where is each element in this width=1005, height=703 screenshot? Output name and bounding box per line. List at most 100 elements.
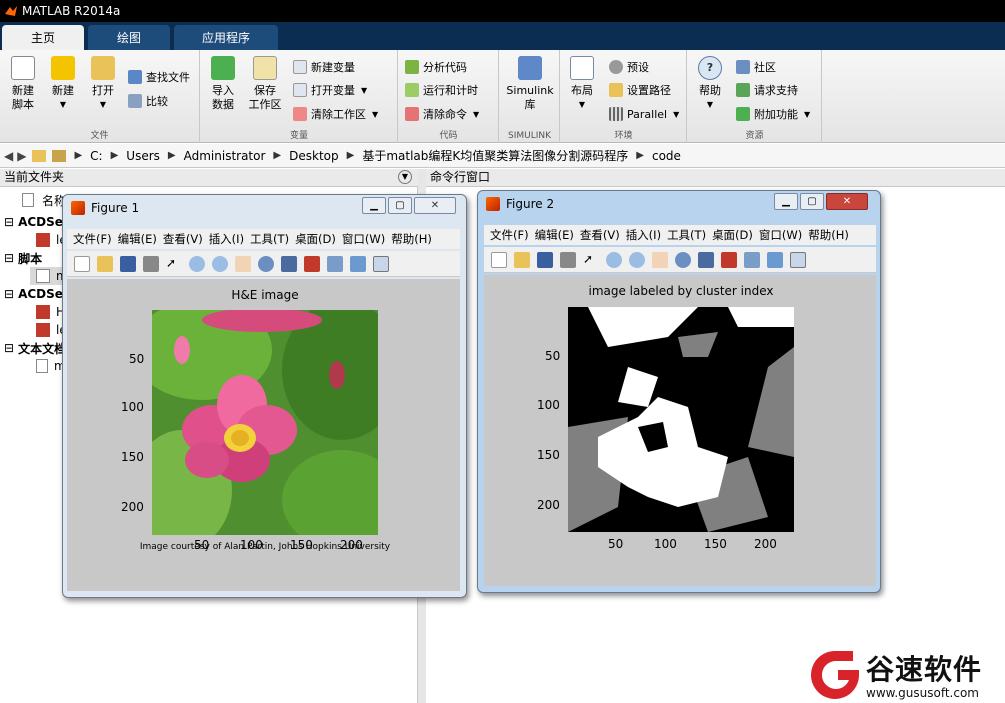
new-script-button[interactable]: 新建 脚本 [6,56,40,112]
menu-insert[interactable]: 插入(I) [209,231,244,247]
compare-button[interactable]: 比较 [128,92,168,110]
tab-apps[interactable]: 应用程序 [174,25,278,50]
column-header-name[interactable]: 名称 [22,191,66,209]
browse-folder-icon[interactable] [52,149,67,162]
new-figure-icon[interactable] [74,255,90,272]
menu-file[interactable]: 文件(F) [490,227,529,243]
legend-icon[interactable] [373,255,389,272]
menu-window[interactable]: 窗口(W) [759,227,802,243]
tree-group[interactable]: ⊟ 脚本 [4,249,42,267]
clear-commands-button[interactable]: 清除命令 ▼ [405,105,479,123]
menu-tools[interactable]: 工具(T) [250,231,289,247]
data-cursor-icon[interactable] [281,255,297,272]
tab-plots[interactable]: 绘图 [88,25,170,50]
new-figure-icon[interactable] [491,251,507,268]
print-icon[interactable] [143,255,159,272]
colorbar-icon[interactable] [767,251,783,268]
data-cursor-icon[interactable] [698,251,714,268]
print-icon[interactable] [560,251,576,268]
menu-view[interactable]: 查看(V) [163,231,203,247]
save-icon[interactable] [537,251,553,268]
tree-group[interactable]: ⊟ ACDSee [4,285,71,303]
brush-icon[interactable] [304,255,320,272]
layout-button[interactable]: 布局 ▼ [567,56,597,112]
legend-icon[interactable] [790,251,806,268]
minimize-button[interactable]: ▁ [362,197,386,214]
menu-tools[interactable]: 工具(T) [667,227,706,243]
preferences-button[interactable]: 预设 [609,58,649,76]
menu-window[interactable]: 窗口(W) [342,231,385,247]
link-icon[interactable] [744,251,760,268]
menu-desktop[interactable]: 桌面(D) [712,227,753,243]
brand-url: www.gususoft.com [866,686,979,700]
menu-help[interactable]: 帮助(H) [391,231,432,247]
close-button[interactable]: ✕ [414,197,456,214]
brush-icon[interactable] [721,251,737,268]
zoom-out-icon[interactable] [629,251,645,268]
tab-home[interactable]: 主页 [2,25,84,50]
zoom-in-icon[interactable] [606,251,622,268]
menu-desktop[interactable]: 桌面(D) [295,231,336,247]
menu-edit[interactable]: 编辑(E) [535,227,574,243]
zoom-out-icon[interactable] [212,255,228,272]
group-environment: 布局 ▼ 预设 设置路径 Parallel ▼ 环境 [561,50,687,143]
tab-bar: 主页 绘图 应用程序 [0,22,1005,50]
pointer-icon[interactable]: ➚ [166,255,182,272]
breadcrumb-part[interactable]: Desktop [289,149,339,163]
group-simulink: Simulink 库 SIMULINK [500,50,560,143]
close-button[interactable]: ✕ [826,193,868,210]
request-support-button[interactable]: 请求支持 [736,81,798,99]
app-title: MATLAB R2014a [22,4,121,18]
set-path-button[interactable]: 设置路径 [609,81,671,99]
back-icon[interactable]: ◀ [4,149,13,163]
pan-icon[interactable] [235,255,251,272]
breadcrumb-part[interactable]: Users [126,149,160,163]
simulink-library-button[interactable]: Simulink 库 [504,56,556,112]
tree-group[interactable]: ⊟ 文本文档 [4,339,66,357]
zoom-in-icon[interactable] [189,255,205,272]
breadcrumb-part[interactable]: code [652,149,681,163]
list-item[interactable]: H [36,303,65,321]
menu-insert[interactable]: 插入(I) [626,227,661,243]
rotate-icon[interactable] [258,255,274,272]
menu-edit[interactable]: 编辑(E) [118,231,157,247]
link-icon[interactable] [327,255,343,272]
parallel-button[interactable]: Parallel ▼ [609,105,679,123]
breadcrumb-part[interactable]: 基于matlab编程K均值聚类算法图像分割源码程序 [362,147,628,164]
open-file-icon[interactable] [514,251,530,268]
group-resources: ? 帮助 ▼ 社区 请求支持 附加功能 ▼ 资源 [688,50,822,143]
import-data-button[interactable]: 导入 数据 [207,56,239,112]
matlab-logo-icon [5,6,17,16]
minimize-button[interactable]: ▁ [774,193,798,210]
run-and-time-button[interactable]: 运行和计时 [405,81,478,99]
tree-group[interactable]: ⊟ ACDSee [4,213,71,231]
colorbar-icon[interactable] [350,255,366,272]
analyze-code-button[interactable]: 分析代码 [405,58,467,76]
add-ons-button[interactable]: 附加功能 ▼ [736,105,810,123]
open-file-icon[interactable] [97,255,113,272]
pointer-icon[interactable]: ➚ [583,251,599,268]
community-button[interactable]: 社区 [736,58,776,76]
save-icon[interactable] [120,255,136,272]
breadcrumb-part[interactable]: C: [90,149,102,163]
maximize-button[interactable]: ▢ [388,197,412,214]
open-variable-button[interactable]: 打开变量 ▼ [293,81,367,99]
menu-file[interactable]: 文件(F) [73,231,112,247]
open-button[interactable]: 打开 ▼ [86,56,120,112]
new-variable-button[interactable]: 新建变量 [293,58,355,76]
menu-help[interactable]: 帮助(H) [808,227,849,243]
figure1-window: Figure 1 ▁ ▢ ✕ 文件(F) 编辑(E) 查看(V) 插入(I) 工… [62,194,467,598]
help-button[interactable]: ? 帮助 ▼ [694,56,726,112]
menu-view[interactable]: 查看(V) [580,227,620,243]
new-button[interactable]: 新建 ▼ [46,56,80,112]
maximize-button[interactable]: ▢ [800,193,824,210]
rotate-icon[interactable] [675,251,691,268]
forward-icon[interactable]: ▶ [17,149,26,163]
clear-workspace-button[interactable]: 清除工作区 ▼ [293,105,378,123]
pan-icon[interactable] [652,251,668,268]
find-files-button[interactable]: 查找文件 [128,68,190,86]
up-folder-icon[interactable] [32,149,47,162]
breadcrumb-part[interactable]: Administrator [184,149,266,163]
save-workspace-button[interactable]: 保存 工作区 [247,56,283,112]
panel-menu-icon[interactable]: ▼ [398,170,412,184]
